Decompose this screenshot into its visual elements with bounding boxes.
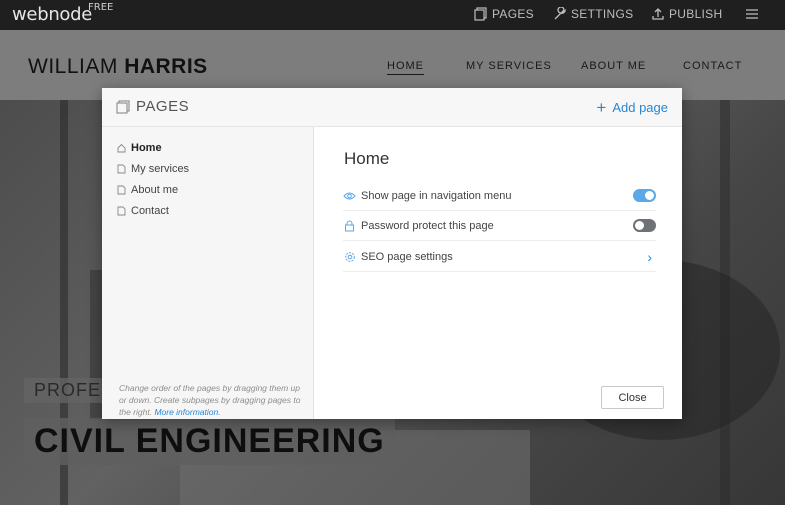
page-list-item-contact[interactable]: Contact [117,205,169,217]
password-protect-label: Password protect this page [361,219,494,232]
pages-icon [474,7,487,21]
publish-label: PUBLISH [669,7,723,21]
nav-menu-visibility-label: Show page in navigation menu [361,189,512,202]
page-list-label: Home [131,142,162,154]
hamburger-icon [746,9,758,19]
hamburger-menu-button[interactable] [745,7,759,21]
plus-icon: + [596,98,607,117]
nav-menu-visibility-toggle[interactable] [633,189,656,202]
page-list-label: About me [131,184,179,196]
seo-settings-label: SEO page settings [361,250,453,263]
home-icon [117,143,126,153]
add-page-label: Add page [612,100,668,115]
seo-settings-row[interactable]: SEO page settings › [343,242,656,272]
pages-dialog: PAGES + Add page Home My services About … [102,88,682,419]
wrench-icon [554,7,567,20]
gear-icon [343,250,356,263]
toggle-knob [645,191,654,200]
page-list-item-my-services[interactable]: My services [117,163,189,175]
close-button[interactable]: Close [601,386,664,409]
pages-icon [116,99,130,114]
page-list-label: Contact [131,205,169,217]
page-list-item-about-me[interactable]: About me [117,184,178,196]
eye-icon [343,189,356,202]
page-list-label: My services [131,163,190,175]
page-icon [117,164,126,174]
more-information-link[interactable]: More information. [154,407,220,417]
page-list: Home My services About me Contact Change… [102,127,314,419]
lock-icon [343,219,356,232]
page-icon [117,206,126,216]
reorder-hint: Change order of the pages by dragging th… [119,382,307,418]
upload-icon [652,8,664,20]
webnode-logo[interactable]: webnode [12,4,92,25]
dialog-title: PAGES [116,98,189,115]
publish-button[interactable]: PUBLISH [651,7,722,21]
editor-topbar: webnode FREE PAGES SETTINGS PUBLISH [0,0,785,30]
free-badge: FREE [88,2,114,13]
chevron-right-icon: › [647,248,652,265]
page-icon [117,185,126,195]
page-list-item-home[interactable]: Home [117,142,162,154]
dialog-header: PAGES + Add page [102,88,682,127]
password-protect-row: Password protect this page [343,211,656,241]
settings-menu-button[interactable]: SETTINGS [553,7,633,21]
add-page-button[interactable]: + Add page [596,98,668,117]
dialog-title-text: PAGES [136,98,190,115]
toggle-knob [635,221,644,230]
selected-page-title: Home [344,149,390,168]
password-protect-toggle[interactable] [633,219,656,232]
page-settings-pane: Home Show page in navigation menu Passwo… [315,127,682,419]
pages-menu-button[interactable]: PAGES [474,7,534,21]
settings-menu-label: SETTINGS [571,7,634,21]
pages-menu-label: PAGES [492,7,534,21]
nav-menu-visibility-row: Show page in navigation menu [343,181,656,211]
